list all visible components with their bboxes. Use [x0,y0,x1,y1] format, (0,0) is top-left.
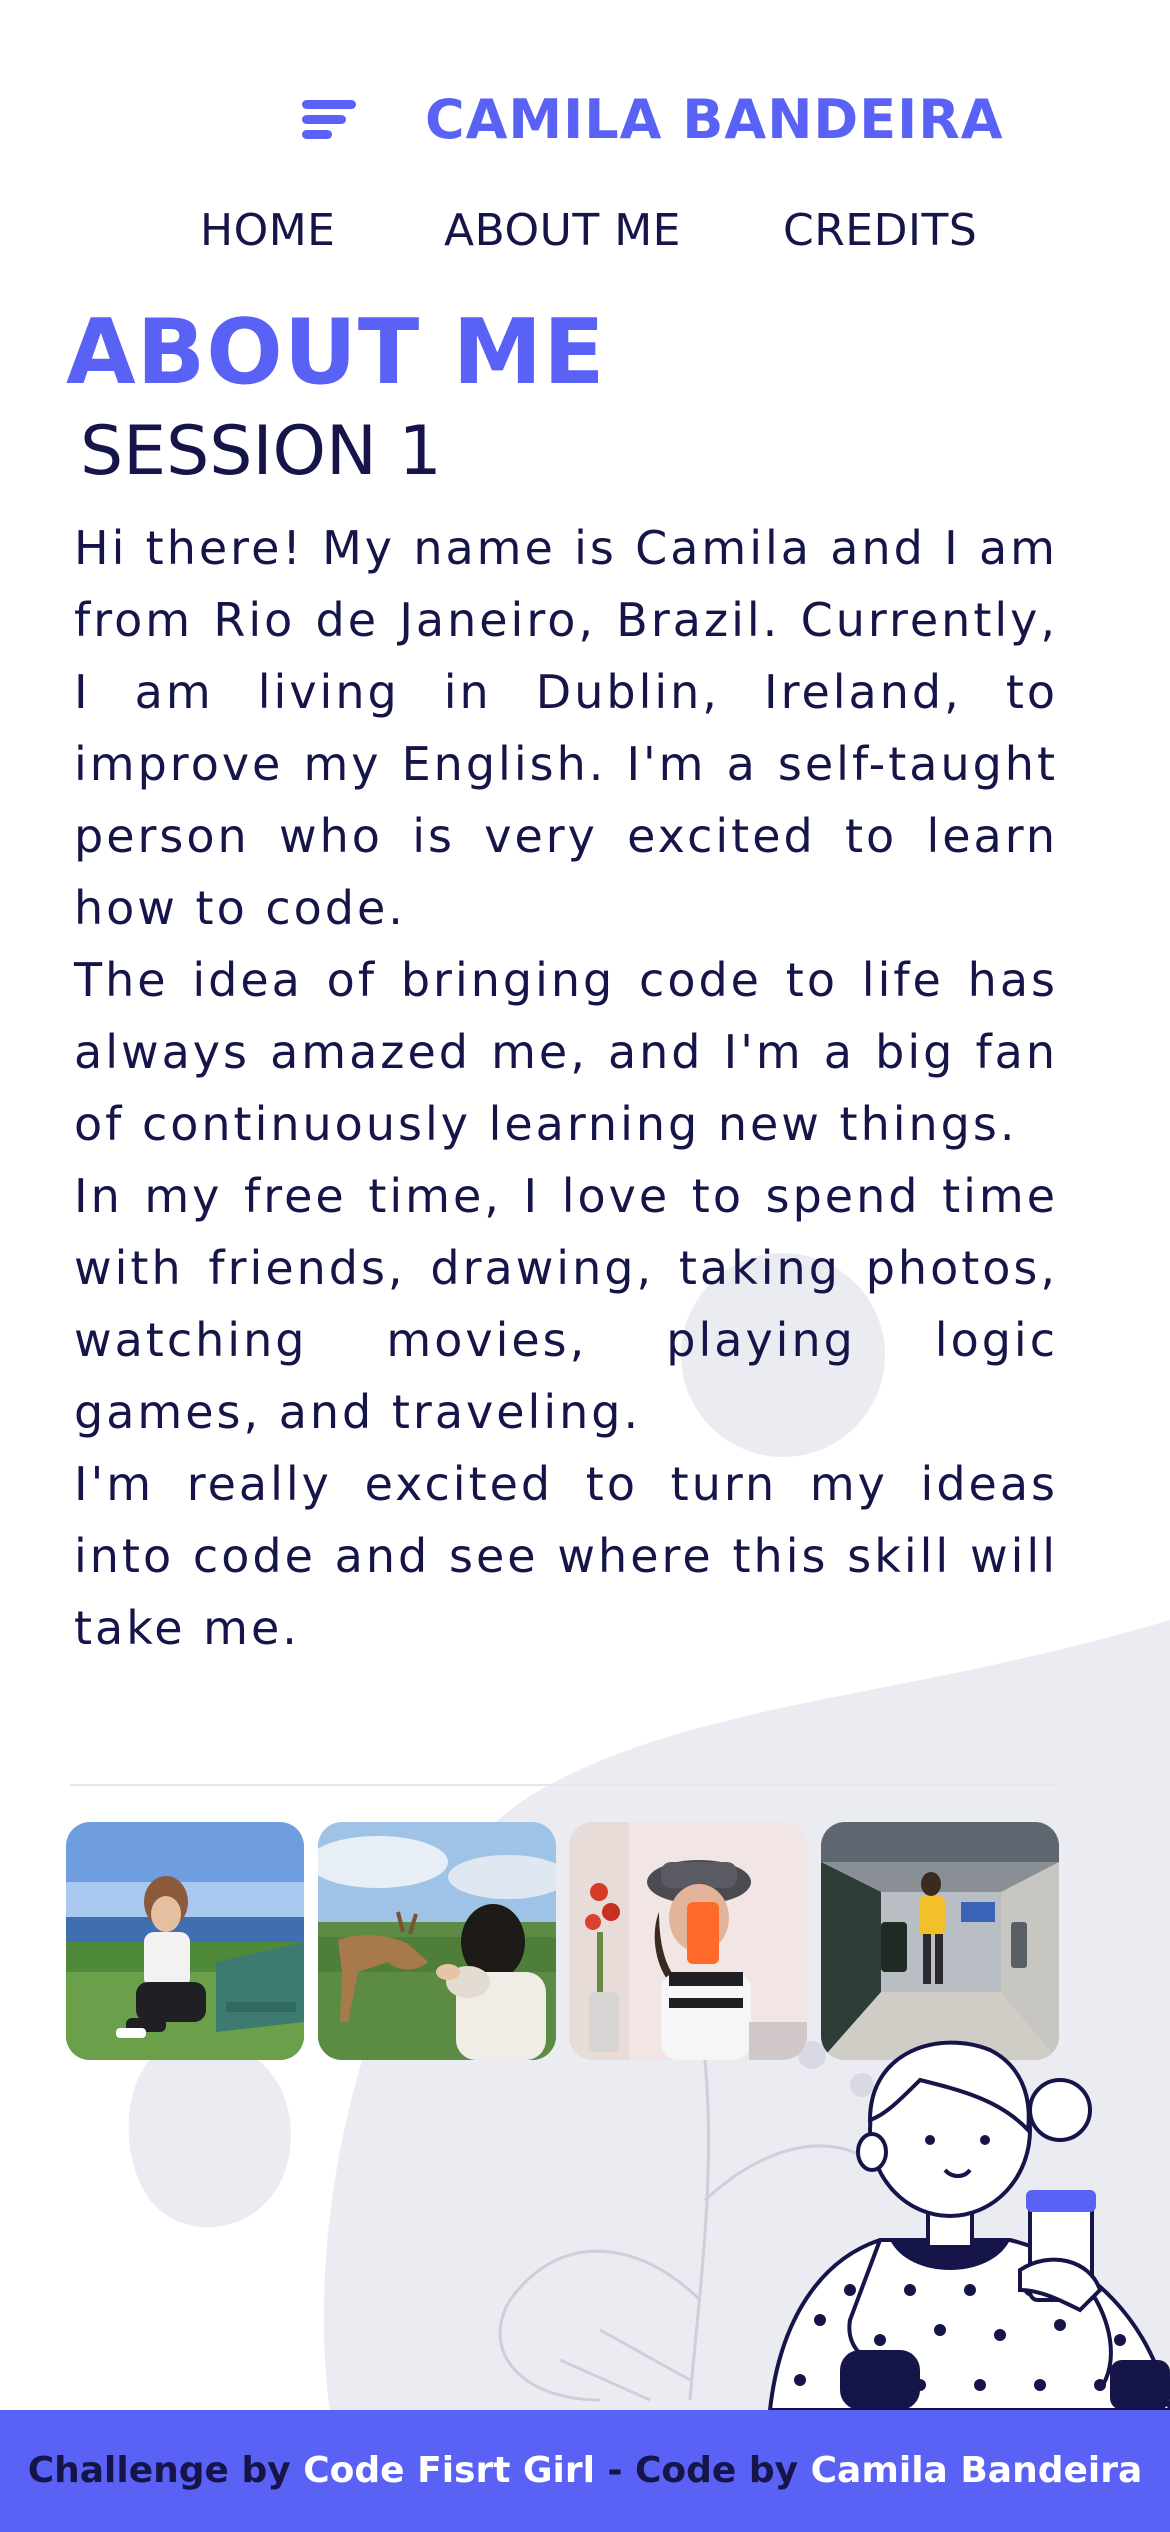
hamburger-menu-icon[interactable] [298,96,360,146]
footer-author-link[interactable]: Camila Bandeira [811,2450,1143,2491]
nav-link-about-me[interactable]: ABOUT ME [444,205,681,256]
divider [70,1784,1058,1786]
footer-middle: - Code by [594,2450,811,2491]
seaside-bench-photo[interactable] [66,1822,304,2060]
bio-paragraph: In my free time, I love to spend time wi… [74,1169,1058,1439]
section-subtitle: SESSION 1 [80,412,442,491]
bio-paragraph: Hi there! My name is Camila and I am fro… [74,521,1058,935]
nav-link-credits[interactable]: CREDITS [783,205,977,256]
feeding-deer-photo[interactable] [318,1822,556,2060]
footer-org-link[interactable]: Code Fisrt Girl [303,2450,595,2491]
bio-text: Hi there! My name is Camila and I am fro… [74,512,1058,1664]
page-title: ABOUT ME [66,300,606,405]
bio-paragraph: The idea of bringing code to life has al… [74,953,1058,1151]
main-nav: HOME ABOUT ME CREDITS [0,205,1170,265]
bio-paragraph: I'm really excited to turn my ideas into… [74,1457,1058,1655]
page: CAMILA BANDEIRA HOME ABOUT ME CREDITS AB… [0,0,1170,2532]
footer-credit: Challenge by Code Fisrt Girl - Code by C… [0,2410,1170,2532]
brand-name[interactable]: CAMILA BANDEIRA [425,88,1004,151]
nav-link-home[interactable]: HOME [200,205,335,256]
girl-with-coffee-illustration [767,2040,1170,2410]
footer-prefix: Challenge by [27,2450,304,2491]
site-header: CAMILA BANDEIRA [0,70,1170,180]
site-footer: Challenge by Code Fisrt Girl - Code by C… [0,2410,1170,2532]
